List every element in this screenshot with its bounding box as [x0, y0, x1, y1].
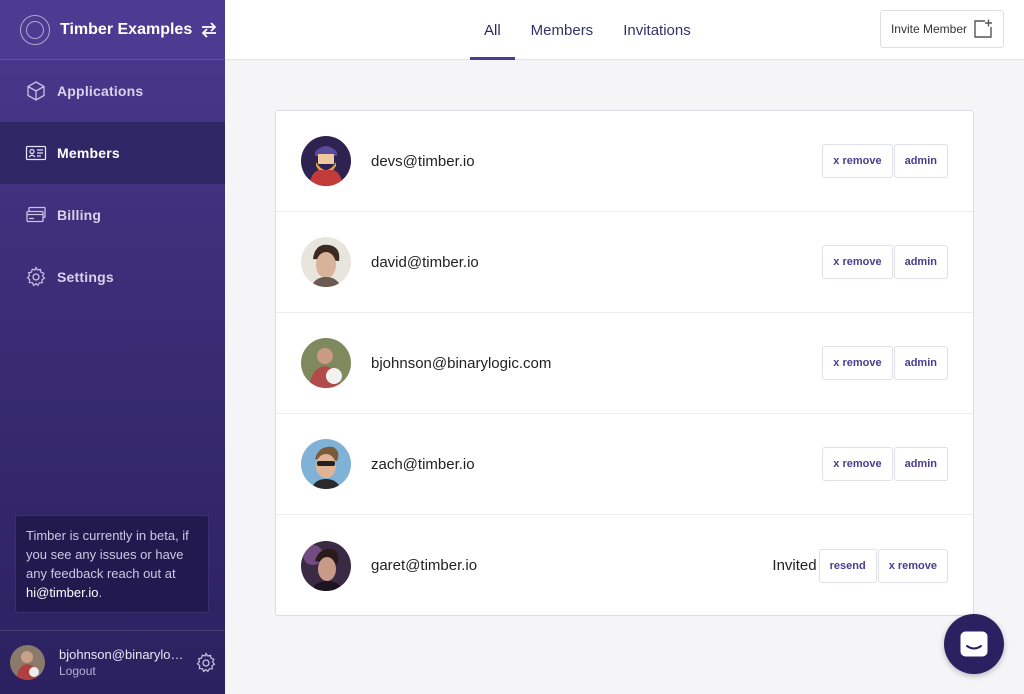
tab-all[interactable]: All — [470, 0, 515, 60]
support-email-link[interactable]: hi@timber.io — [26, 585, 98, 600]
add-box-icon — [974, 19, 992, 38]
avatar — [301, 338, 351, 388]
sidebar-item-billing[interactable]: Billing — [0, 184, 225, 246]
remove-button[interactable]: x remove — [822, 346, 893, 380]
remove-button[interactable]: x remove — [822, 447, 893, 481]
remove-button[interactable]: x remove — [822, 245, 893, 279]
logout-link[interactable]: Logout — [59, 664, 189, 678]
chat-launcher-button[interactable] — [944, 614, 1004, 674]
org-switcher[interactable]: Timber Examples — [0, 0, 225, 60]
table-row: david@timber.io x remove admin — [276, 212, 973, 313]
admin-button[interactable]: admin — [893, 447, 948, 481]
avatar — [301, 136, 351, 186]
member-email: zach@timber.io — [371, 455, 475, 473]
table-row: bjohnson@binarylogic.com x remove admin — [276, 313, 973, 414]
tab-members[interactable]: Members — [517, 0, 608, 60]
member-email: bjohnson@binarylogic.com — [371, 354, 552, 372]
beta-text: Timber is currently in beta, if you see … — [26, 528, 189, 581]
beta-end: . — [98, 585, 103, 600]
org-title: Timber Examples — [60, 20, 193, 38]
invite-member-button[interactable]: Invite Member — [879, 10, 1004, 48]
gear-icon — [26, 266, 46, 287]
invited-status: Invited — [772, 557, 817, 574]
member-email: david@timber.io — [371, 253, 479, 271]
sidebar-item-label: Billing — [57, 207, 102, 223]
sidebar-item-label: Members — [57, 145, 120, 161]
table-row: devs@timber.io x remove admin — [276, 111, 973, 212]
swap-arrows-icon — [201, 21, 217, 38]
remove-button[interactable]: x remove — [877, 548, 948, 583]
table-row: zach@timber.io x remove admin — [276, 414, 973, 515]
id-card-icon — [25, 145, 47, 161]
chat-icon — [960, 631, 988, 657]
resend-button[interactable]: resend — [818, 548, 877, 583]
table-row: garet@timber.io Invited resend x remove — [276, 515, 973, 616]
credit-card-icon — [26, 206, 46, 223]
sidebar-item-label: Applications — [57, 83, 144, 99]
admin-button[interactable]: admin — [893, 245, 948, 279]
admin-button[interactable]: admin — [893, 144, 948, 178]
sidebar-item-label: Settings — [57, 269, 114, 285]
member-email: devs@timber.io — [371, 152, 475, 170]
avatar — [10, 645, 45, 680]
gear-icon[interactable] — [195, 651, 217, 674]
user-footer: bjohnson@binarylogic.com Logout — [0, 630, 225, 694]
timber-logo — [20, 14, 50, 45]
user-email: bjohnson@binarylogic.com — [59, 647, 189, 662]
avatar — [301, 540, 351, 591]
sidebar-item-settings[interactable]: Settings — [0, 246, 225, 308]
member-filter-tabs: All Members Invitations — [470, 0, 707, 60]
sidebar-nav: Applications Members Billing Settings — [0, 60, 225, 308]
sidebar-item-applications[interactable]: Applications — [0, 60, 225, 122]
sidebar-item-members[interactable]: Members — [0, 122, 225, 184]
cube-icon — [27, 81, 45, 101]
members-list: devs@timber.io x remove admin david@timb… — [275, 110, 974, 616]
avatar — [301, 237, 351, 287]
remove-button[interactable]: x remove — [822, 144, 893, 178]
invite-member-label: Invite Member — [890, 22, 967, 36]
avatar — [301, 439, 351, 489]
tab-invitations[interactable]: Invitations — [609, 0, 705, 60]
beta-notice: Timber is currently in beta, if you see … — [15, 515, 209, 613]
admin-button[interactable]: admin — [893, 346, 948, 380]
sidebar: Timber Examples Applications Members Bil… — [0, 0, 225, 694]
top-bar: All Members Invitations Invite Member — [225, 0, 1024, 60]
member-email: garet@timber.io — [371, 557, 478, 574]
